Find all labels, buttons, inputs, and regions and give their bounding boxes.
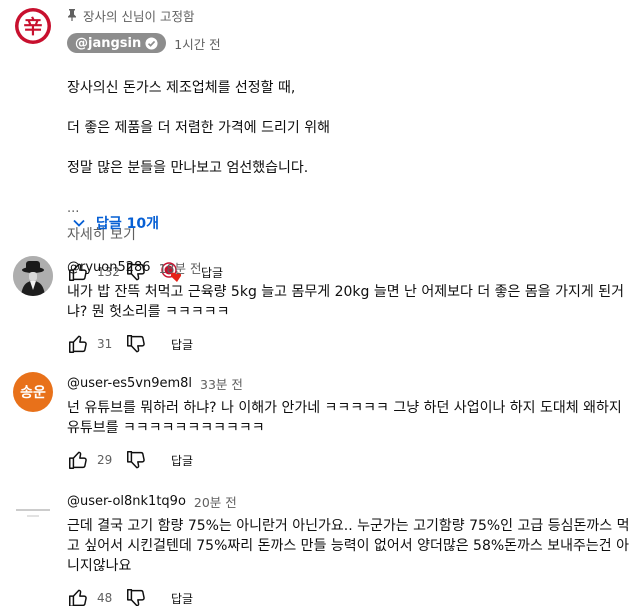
chevron-down-icon <box>73 219 85 227</box>
avatar-initials: 송운 <box>20 385 46 401</box>
comment-text: 장사의신 돈가스 제조업체를 선정할 때, 더 좋은 제품을 더 저렴한 가격에… <box>67 80 330 176</box>
comment-text: 근데 결국 고기 함량 75%는 아니란거 아닌가요.. 누군가는 고기함량 7… <box>67 518 630 574</box>
avatar[interactable] <box>13 256 53 296</box>
comment-actions: 31 답글 <box>67 332 630 356</box>
comment-time[interactable]: 1시간 전 <box>174 34 220 53</box>
like-count: 31 <box>97 337 113 351</box>
avatar[interactable]: 辛 <box>13 6 53 46</box>
svg-text:辛: 辛 <box>23 15 42 38</box>
comment-time[interactable]: 18분 전 <box>159 258 202 277</box>
comment-actions: 29 답글 <box>67 448 630 472</box>
avatar-hat-man-icon <box>13 256 53 296</box>
avatar[interactable] <box>13 490 53 530</box>
author-handle[interactable]: @jangsin <box>67 33 167 53</box>
avatar[interactable]: 송운 <box>13 372 53 412</box>
like-count: 29 <box>97 453 113 467</box>
author-handle[interactable]: @ryuon5286 <box>67 260 151 275</box>
comment-time[interactable]: 20분 전 <box>194 492 237 511</box>
avatar-default-lines-icon <box>13 490 53 530</box>
view-replies-button[interactable]: 답글 10개 <box>72 211 159 235</box>
author-handle[interactable]: @user-ol8nk1tq9o <box>67 494 186 509</box>
reply-button[interactable]: 답글 <box>171 452 193 469</box>
thumbs-down-icon[interactable] <box>125 449 147 471</box>
comment-text: 내가 밥 잔뜩 처먹고 근육량 5kg 늘고 몸무게 20kg 늘면 난 어제보… <box>67 284 624 320</box>
thumbs-up-icon[interactable] <box>67 333 89 355</box>
pinned-label: 장사의 신님이 고정함 <box>67 6 630 24</box>
channel-logo-icon: 辛 <box>13 6 53 46</box>
like-count: 48 <box>97 591 113 605</box>
thumbs-down-icon[interactable] <box>125 587 147 606</box>
verified-check-icon <box>145 36 158 50</box>
reply-button[interactable]: 답글 <box>171 336 193 353</box>
pin-icon <box>68 9 76 21</box>
reply-button[interactable]: 답글 <box>171 590 193 606</box>
thumbs-up-icon[interactable] <box>67 449 89 471</box>
comment-text: 넌 유튜브를 뭐하러 하냐? 나 이해가 안가네 ㅋㅋㅋㅋㅋ 그냥 하던 사업이… <box>67 400 622 436</box>
comment-actions: 48 답글 <box>67 586 630 606</box>
thumbs-down-icon[interactable] <box>125 333 147 355</box>
thumbs-up-icon[interactable] <box>67 587 89 606</box>
author-handle[interactable]: @user-es5vn9em8l <box>67 376 192 391</box>
comment-time[interactable]: 33분 전 <box>200 374 243 393</box>
